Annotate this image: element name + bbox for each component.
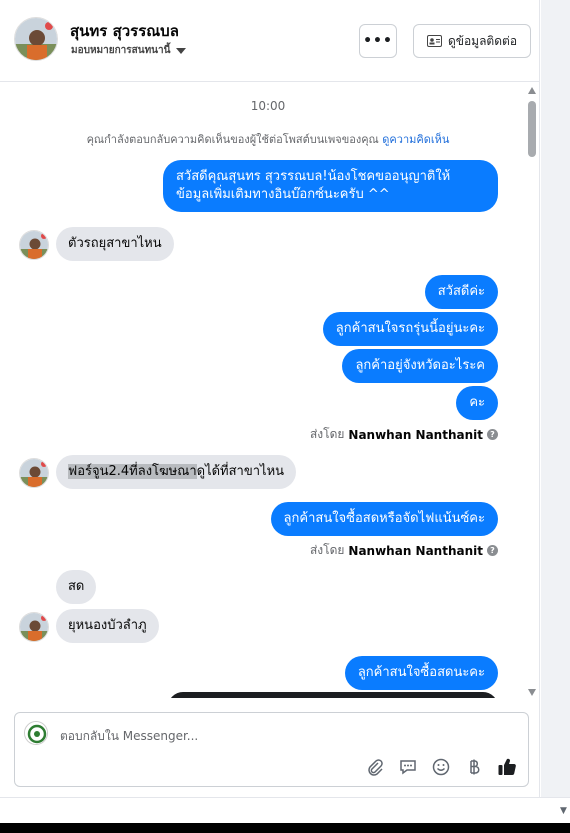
contact-avatar-small [19, 230, 49, 260]
chat-scrollbar[interactable] [526, 85, 538, 697]
help-icon[interactable]: ? [487, 545, 498, 556]
more-icon: ••• [363, 33, 393, 49]
message-incoming: ฟอร์จูน2.4ที่ลงโฆษณาดูได้ที่สาขาไหน [56, 455, 297, 489]
sent-by-label: ส่งโดย Nanwhan Nanthanit ? [310, 425, 498, 444]
message-text: สวัสดีคุณสุนทร สุวรรณบล!น้องโชคขออนุญาติ… [176, 169, 451, 184]
message-list[interactable]: 10:00 คุณกำลังตอบกลับความคิดเห็นของผู้ใช… [0, 83, 540, 698]
footer-strip [0, 797, 570, 823]
message-timestamp: 10:00 [250, 99, 286, 113]
page-logo [24, 721, 48, 745]
message-outgoing: ลูกค้าสนใจรถรุ่นนี้อยู่นะคะ [322, 312, 498, 346]
thumbs-up-icon[interactable] [496, 756, 518, 778]
contact-name: สุนทร สุวรรณบล [70, 22, 179, 40]
reply-composer[interactable]: ตอบกลับใน Messenger... [14, 712, 529, 787]
reply-notice: คุณกำลังตอบกลับความคิดเห็นของผู้ใช้ต่อโพ… [0, 130, 536, 148]
message-outgoing: สวัสดีคุณสุนทร สุวรรณบล!น้องโชคขออนุญาติ… [163, 160, 498, 212]
scrollbar-thumb[interactable] [528, 101, 536, 157]
message-outgoing: ลูกค้าสนใจซื้อสดนะคะ [344, 656, 498, 690]
contact-avatar[interactable] [14, 17, 58, 61]
message-outgoing: ลูกค้าอยู่จังหวัดอะไระค [342, 349, 498, 383]
sent-by-label: ส่งโดย Nanwhan Nanthanit ? [310, 541, 498, 560]
message-incoming: ตัวรถยุสาขาไหน [56, 227, 174, 261]
sender-name: Nanwhan Nanthanit [348, 427, 483, 442]
bottom-bar [0, 823, 570, 833]
message-outgoing: ลูกค้าสนใจซื้อสดหรือจัดไฟแน้นซ์คะ [270, 502, 498, 536]
sent-by-prefix: ส่งโดย [309, 427, 345, 441]
message-outgoing-partial [168, 692, 498, 698]
contact-avatar-small [19, 458, 49, 488]
message-text: ดูได้ที่สาขาไหน [196, 464, 285, 479]
view-contact-label: ดูข้อมูลติดต่อ [447, 33, 518, 48]
message-incoming: ยุหนองบัวลำภู [56, 609, 159, 643]
sender-name: Nanwhan Nanthanit [348, 543, 483, 558]
scroll-up-icon[interactable] [528, 87, 536, 94]
reply-input[interactable]: ตอบกลับใน Messenger... [60, 727, 198, 746]
emoji-icon[interactable] [430, 756, 452, 778]
message-outgoing: สวัสดีค่ะ [424, 275, 498, 309]
saved-reply-icon[interactable] [397, 756, 419, 778]
message-outgoing: คะ [456, 386, 498, 420]
highlighted-text: ฟอร์จูน2.4ที่ลงโฆษณา [68, 464, 197, 479]
contact-card-icon [426, 35, 442, 47]
baht-icon[interactable] [463, 756, 485, 778]
help-icon[interactable]: ? [487, 429, 498, 440]
attach-icon[interactable] [364, 756, 386, 778]
contact-avatar-small [19, 612, 49, 642]
notice-text: คุณกำลังตอบกลับความคิดเห็นของผู้ใช้ต่อโพ… [86, 133, 379, 146]
composer-toolbar [364, 756, 518, 778]
scroll-down-icon[interactable] [528, 689, 536, 696]
chevron-down-icon [176, 47, 187, 54]
message-incoming: สด [56, 570, 97, 604]
view-contact-button[interactable]: ดูข้อมูลติดต่อ [413, 24, 531, 58]
more-button[interactable]: ••• [359, 24, 397, 58]
assign-label: มอบหมายการสนทนานี้ [71, 45, 171, 56]
message-text: ข้อมูลเพิ่มเติมทางอินบ๊อกซ์นะครับ ^^ [176, 187, 390, 202]
view-comment-link[interactable]: ดูความคิดเห็น [382, 133, 449, 146]
side-strip [541, 0, 570, 797]
sent-by-prefix: ส่งโดย [309, 543, 345, 557]
conversation-header: สุนทร สุวรรณบล มอบหมายการสนทนานี้ ••• ดู… [0, 0, 540, 82]
scroll-down-icon[interactable]: ▼ [560, 806, 567, 816]
assign-conversation-dropdown[interactable]: มอบหมายการสนทนานี้ [71, 43, 187, 58]
